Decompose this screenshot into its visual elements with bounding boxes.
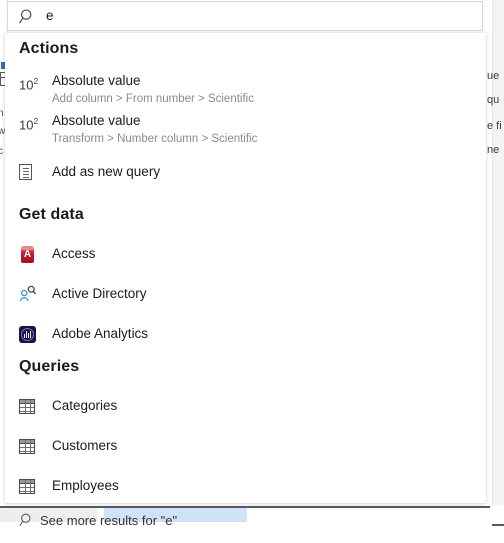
result-item-title: Active Directory <box>52 286 147 301</box>
result-item-subtitle: Transform > Number column > Scientific <box>52 133 258 145</box>
adobe-analytics-icon <box>19 325 47 343</box>
result-item-categories[interactable]: Categories <box>5 391 486 421</box>
result-item-title: Absolute value <box>52 113 141 128</box>
scientific-notation-icon: 102 <box>19 116 39 133</box>
section-header-get-data: Get data <box>19 206 84 223</box>
background-bottom-divider-right <box>492 524 504 526</box>
result-item-title: Employees <box>52 478 119 493</box>
table-icon <box>19 398 47 414</box>
result-item-employees[interactable]: Employees <box>5 471 486 501</box>
result-item-absolute-value-transform[interactable]: 102 Absolute value Transform > Number co… <box>5 112 486 152</box>
result-item-absolute-value-add-column[interactable]: 102 Absolute value Add column > From num… <box>5 72 486 112</box>
result-item-title: Add as new query <box>52 164 161 179</box>
background-right-fragment-3: ne <box>487 144 500 156</box>
result-item-customers[interactable]: Customers <box>5 431 486 461</box>
search-results-panel: Actions 102 Absolute value Add column > … <box>5 33 486 503</box>
table-icon <box>19 438 47 454</box>
result-item-adobe-analytics[interactable]: Adobe Analytics <box>5 319 486 349</box>
search-input[interactable] <box>46 3 482 29</box>
background-right-fragment-1: qu <box>487 94 500 106</box>
search-icon <box>19 512 35 528</box>
background-right-fragment-0: ue <box>487 70 500 82</box>
result-item-title: Categories <box>52 398 118 413</box>
result-item-title: Absolute value <box>52 73 141 88</box>
document-icon <box>19 164 47 180</box>
section-header-queries: Queries <box>19 358 80 375</box>
result-item-title: Adobe Analytics <box>52 326 149 341</box>
search-box[interactable] <box>7 1 483 31</box>
result-item-add-as-new-query[interactable]: Add as new query <box>5 158 486 186</box>
see-more-results-label: See more results for "e" <box>40 512 178 528</box>
result-item-title: Access <box>52 246 96 261</box>
access-icon: A <box>19 245 47 263</box>
result-item-active-directory[interactable]: Active Directory <box>5 279 486 309</box>
background-right-fragment-2: e fi <box>487 120 502 132</box>
result-item-subtitle: Add column > From number > Scientific <box>52 93 254 105</box>
table-icon <box>19 478 47 494</box>
section-header-actions: Actions <box>19 40 79 57</box>
result-item-access[interactable]: A Access <box>5 239 486 269</box>
result-item-title: Customers <box>52 438 118 453</box>
scientific-notation-icon: 102 <box>19 76 39 93</box>
active-directory-icon <box>19 285 47 303</box>
see-more-results-button[interactable]: See more results for "e" <box>5 503 486 537</box>
search-icon <box>8 8 46 25</box>
